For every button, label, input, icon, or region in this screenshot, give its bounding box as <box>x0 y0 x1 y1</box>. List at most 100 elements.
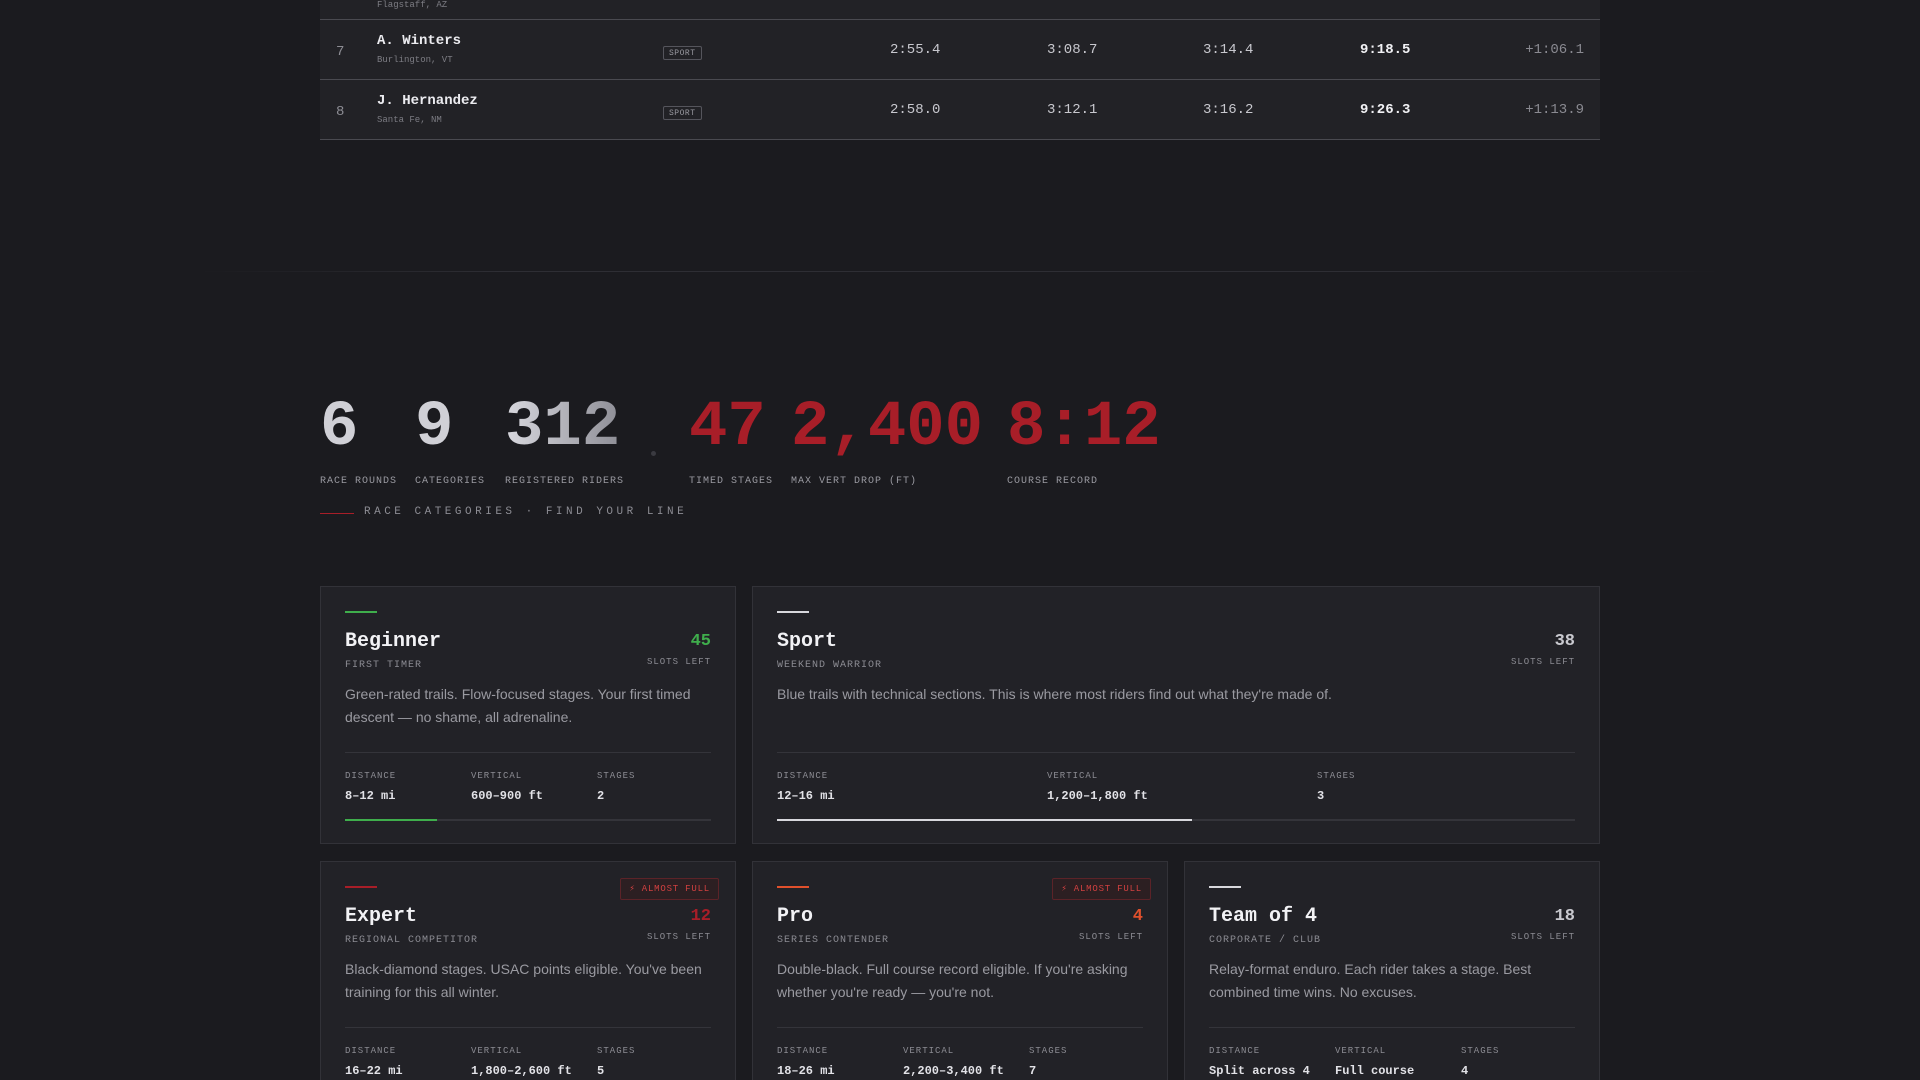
meta-label: DISTANCE <box>777 1046 829 1056</box>
stat-label: COURSE RECORD <box>1007 476 1099 487</box>
meta-value: 2 <box>597 789 605 803</box>
stat-registered-riders: 312 REGISTERED RIDERS <box>505 396 624 487</box>
stage-1-time: 2:55.4 <box>890 42 941 58</box>
card-accent <box>345 886 377 888</box>
table-row[interactable]: 8 J. Hernandez Santa Fe, NM SPORT 2:58.0… <box>320 80 1600 140</box>
meta-value: 12–16 mi <box>777 789 835 803</box>
stat-value: 2,400 <box>791 392 984 464</box>
rider-rank: 7 <box>336 44 345 60</box>
slots-count: 4 <box>1132 907 1143 926</box>
meta-distance: DISTANCE Split across 4 <box>1209 1046 1310 1078</box>
meta-label: STAGES <box>597 1046 636 1056</box>
meta-label: VERTICAL <box>903 1046 955 1056</box>
meta-value: Full course <box>1335 1064 1415 1078</box>
meta-label: STAGES <box>1461 1046 1500 1056</box>
section-heading: RACE CATEGORIES · FIND YOUR LINE <box>320 506 1600 522</box>
stat-categories: 9 CATEGORIES <box>415 396 485 487</box>
meta-vertical: VERTICAL 2,200–3,400 ft <box>903 1046 1004 1078</box>
stat-value: 312 <box>505 396 624 460</box>
meta-value: 2,200–3,400 ft <box>903 1064 1004 1078</box>
meta-vertical: VERTICAL Full course <box>1335 1046 1414 1078</box>
capacity-bar-fill <box>345 819 437 821</box>
meta-stages: STAGES 3 <box>1317 771 1355 803</box>
meta-value: 600–900 ft <box>471 789 544 803</box>
meta-stages: STAGES 2 <box>597 771 635 803</box>
card-title: Expert <box>345 905 418 928</box>
meta-label: VERTICAL <box>1047 771 1099 781</box>
stat-label: MAX VERT DROP (FT) <box>791 476 918 487</box>
category-card-beginner[interactable]: Beginner FIRST TIMER 45 SLOTS LEFT Green… <box>320 586 736 844</box>
card-description: Blue trails with technical sections. Thi… <box>777 686 1332 702</box>
meta-vertical: VERTICAL 1,800–2,600 ft <box>471 1046 572 1078</box>
stage-3-time: 3:16.2 <box>1203 102 1254 118</box>
category-card-pro[interactable]: ⚡ ALMOST FULL Pro SERIES CONTENDER 4 SLO… <box>752 861 1168 1080</box>
card-meta-divider <box>777 1027 1143 1028</box>
rider-location: Burlington, VT <box>377 55 453 65</box>
meta-label: DISTANCE <box>345 1046 397 1056</box>
stat-course-record: 8:12 COURSE RECORD <box>1007 396 1161 487</box>
meta-value: 4 <box>1461 1064 1469 1078</box>
meta-value: 16–22 mi <box>345 1064 403 1078</box>
almost-full-badge: ⚡ ALMOST FULL <box>1052 878 1151 900</box>
card-subtitle: FIRST TIMER <box>345 660 423 671</box>
almost-full-badge: ⚡ ALMOST FULL <box>620 878 719 900</box>
stat-value: 8:12 <box>1007 392 1161 464</box>
card-subtitle: SERIES CONTENDER <box>777 935 890 946</box>
meta-value: 8–12 mi <box>345 789 396 803</box>
stat-value: 47 <box>689 392 766 464</box>
meta-stages: STAGES 4 <box>1461 1046 1499 1078</box>
capacity-bar <box>777 819 1575 821</box>
category-badge: SPORT <box>663 46 702 60</box>
capacity-bar-fill <box>777 819 1192 821</box>
section-divider <box>200 271 1720 272</box>
stat-value: 6 <box>320 392 359 464</box>
slots-count: 45 <box>690 632 711 651</box>
card-meta-divider <box>345 1027 711 1028</box>
meta-label: DISTANCE <box>1209 1046 1261 1056</box>
stat-race-rounds: 6 RACE ROUNDS <box>320 396 397 487</box>
category-card-team-of-4[interactable]: Team of 4 CORPORATE / CLUB 18 SLOTS LEFT… <box>1184 861 1600 1080</box>
stage-2-time: 3:08.7 <box>1047 42 1098 58</box>
slots-count: 12 <box>690 907 711 926</box>
category-card-sport[interactable]: Sport WEEKEND WARRIOR 38 SLOTS LEFT Blue… <box>752 586 1600 844</box>
slots-count: 18 <box>1554 907 1575 926</box>
category-card-expert[interactable]: ⚡ ALMOST FULL Expert REGIONAL COMPETITOR… <box>320 861 736 1080</box>
meta-distance: DISTANCE 8–12 mi <box>345 771 396 803</box>
meta-label: DISTANCE <box>777 771 829 781</box>
table-row[interactable]: 7 A. Winters Burlington, VT SPORT 2:55.4… <box>320 20 1600 80</box>
card-accent <box>777 886 809 888</box>
meta-distance: DISTANCE 12–16 mi <box>777 771 835 803</box>
card-title: Beginner <box>345 630 442 653</box>
meta-value: 3 <box>1317 789 1325 803</box>
meta-stages: STAGES 7 <box>1029 1046 1067 1078</box>
meta-distance: DISTANCE 16–22 mi <box>345 1046 403 1078</box>
card-title: Sport <box>777 630 838 653</box>
meta-distance: DISTANCE 18–26 mi <box>777 1046 835 1078</box>
capacity-bar <box>345 819 711 821</box>
category-badge: SPORT <box>663 106 702 120</box>
card-description: Relay-format enduro. Each rider takes a … <box>1209 961 1532 1000</box>
time-gap: +1:06.1 <box>1525 42 1584 58</box>
meta-label: STAGES <box>1029 1046 1068 1056</box>
card-meta-divider <box>1209 1027 1575 1028</box>
rider-location: Santa Fe, NM <box>377 115 442 125</box>
meta-label: STAGES <box>597 771 636 781</box>
card-accent <box>777 611 809 613</box>
stat-label: TIMED STAGES <box>689 476 774 487</box>
meta-label: STAGES <box>1317 771 1356 781</box>
card-description: Double-black. Full course record eligibl… <box>777 961 1128 1000</box>
table-row[interactable]: Flagstaff, AZ <box>320 0 1600 20</box>
time-gap: +1:13.9 <box>1525 102 1584 118</box>
results-table: Flagstaff, AZ 7 A. Winters Burlington, V… <box>320 0 1600 140</box>
card-meta-divider <box>345 752 711 753</box>
slots-label: SLOTS LEFT <box>646 932 711 942</box>
meta-value: 1,800–2,600 ft <box>471 1064 572 1078</box>
stat-label: CATEGORIES <box>415 476 486 487</box>
meta-value: 18–26 mi <box>777 1064 835 1078</box>
stat-value: 9 <box>415 392 454 464</box>
section-heading-text: RACE CATEGORIES · FIND YOUR LINE <box>364 506 688 518</box>
section-heading-rule <box>320 513 354 514</box>
card-subtitle: REGIONAL COMPETITOR <box>345 935 479 946</box>
slots-label: SLOTS LEFT <box>646 657 711 667</box>
card-accent <box>345 611 377 613</box>
